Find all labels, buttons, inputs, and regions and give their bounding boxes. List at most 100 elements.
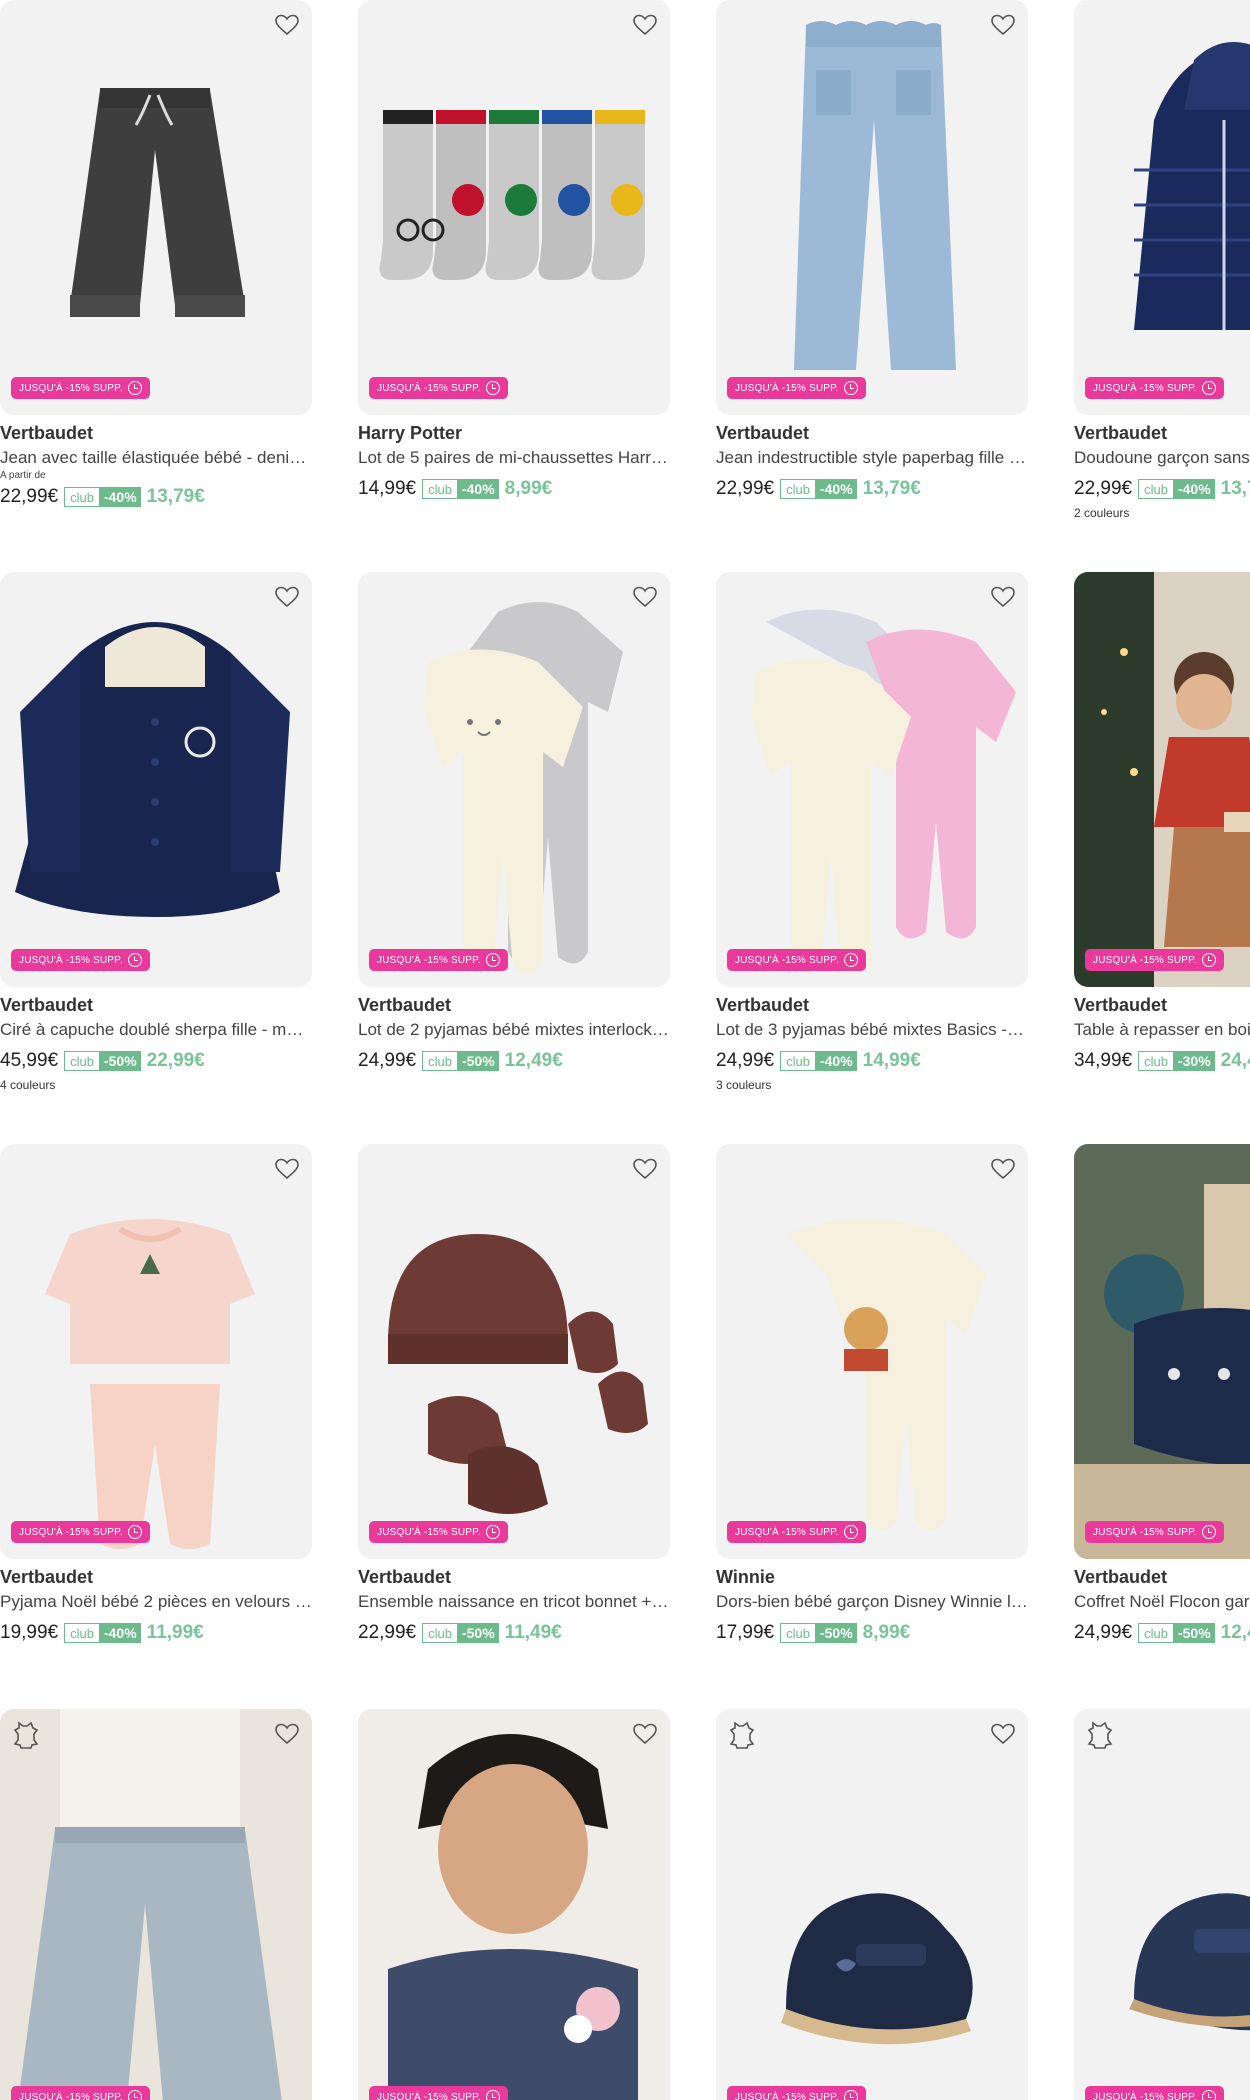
product-card[interactable]: JUSQU'À -15% SUPP. Vertbaudet Doudoune g…: [1074, 0, 1250, 520]
club-price: 24,49€: [1220, 1050, 1250, 1071]
club-label: club: [422, 1623, 458, 1643]
heart-outline-icon: [275, 1723, 299, 1745]
club-discount: -40%: [99, 1623, 141, 1643]
regular-price: 24,99€: [716, 1050, 775, 1071]
heart-outline-icon: [275, 14, 299, 36]
club-price: 12,49€: [504, 1050, 563, 1071]
heart-outline-icon: [991, 1723, 1015, 1745]
club-discount: -40%: [457, 479, 499, 499]
price-row: 22,99€ club -40% 13,79€: [716, 478, 1028, 500]
promo-label: JUSQU'À -15% SUPP.: [735, 1526, 839, 1538]
product-image[interactable]: JUSQU'À -15% SUPP.: [358, 572, 670, 987]
clock-icon: [127, 953, 142, 967]
product-image[interactable]: JUSQU'À -15% SUPP.: [0, 0, 312, 415]
product-image[interactable]: JUSQU'À -15% SUPP.: [1074, 1144, 1250, 1559]
product-image[interactable]: JUSQU'À -15% SUPP.: [716, 1144, 1028, 1559]
product-card[interactable]: JUSQU'À -15% SUPP. Vertbaudet Jean avec …: [0, 0, 312, 508]
product-title[interactable]: Table à repasser en bois FSC®: [1074, 1020, 1250, 1040]
color-count[interactable]: 2 couleurs: [1074, 506, 1250, 520]
product-image[interactable]: JUSQU'À -15% SUPP.: [358, 0, 670, 415]
product-title[interactable]: Doudoune garçon sans manches à capuche: [1074, 448, 1250, 468]
product-card[interactable]: JUSQU'À -15% SUPP. Vertbaudet Lot de 3 p…: [716, 572, 1028, 1092]
favorite-button[interactable]: [272, 1154, 302, 1184]
product-title[interactable]: Dors-bien bébé garçon Disney Winnie l'Ou…: [716, 1592, 1028, 1612]
price-row: 24,99€ club -40% 14,99€: [716, 1050, 1028, 1072]
favorite-button[interactable]: [988, 1154, 1018, 1184]
club-price: 11,49€: [504, 1622, 562, 1643]
product-card[interactable]: JUSQU'À -15% SUPP. Vertbaudet Lot de 2 p…: [358, 572, 670, 1072]
favorite-button[interactable]: [272, 582, 302, 612]
regular-price: 22,99€: [0, 486, 59, 507]
regular-price: 45,99€: [0, 1050, 59, 1071]
clock-icon: [1201, 381, 1216, 395]
product-photo: [1129, 1893, 1250, 2031]
regular-price: 14,99€: [358, 478, 417, 499]
product-card[interactable]: JUSQU'À -15% SUPP. Vertbaudet Pyjama Noë…: [0, 1144, 312, 1644]
favorite-button[interactable]: [630, 1719, 660, 1749]
product-title[interactable]: Ciré à capuche doublé sherpa fille - mar…: [0, 1020, 312, 1040]
club-price: 11,99€: [146, 1622, 204, 1643]
color-count[interactable]: 3 couleurs: [716, 1078, 1028, 1092]
price-row: 22,99€ club -40% 13,79€: [1074, 478, 1250, 500]
product-card[interactable]: JUSQU'À -15% SUPP. Winnie Dors-bien bébé…: [716, 1144, 1028, 1644]
product-title[interactable]: Jean indestructible style paperbag fille…: [716, 448, 1028, 468]
favorite-button[interactable]: [988, 582, 1018, 612]
product-card[interactable]: JUSQU'À -15% SUPP.: [0, 1709, 312, 2100]
product-image[interactable]: JUSQU'À -15% SUPP.: [0, 1144, 312, 1559]
favorite-button[interactable]: [988, 1719, 1018, 1749]
leather-badge: [1084, 1719, 1114, 1749]
favorite-button[interactable]: [988, 10, 1018, 40]
product-card[interactable]: JUSQU'À -15% SUPP. Vertbaudet Ciré à cap…: [0, 572, 312, 1092]
favorite-button[interactable]: [630, 582, 660, 612]
product-title[interactable]: Lot de 5 paires de mi-chaussettes Harry …: [358, 448, 670, 468]
product-card[interactable]: JUSQU'À -15% SUPP. Vertbaudet Table à re…: [1074, 572, 1250, 1072]
product-title[interactable]: Coffret Noël Flocon garçon bonnet + snoo…: [1074, 1592, 1250, 1612]
product-card[interactable]: JUSQU'À -15% SUPP. Vertbaudet Coffret No…: [1074, 1144, 1250, 1644]
product-photo: [781, 1893, 973, 2045]
product-image[interactable]: JUSQU'À -15% SUPP.: [358, 1709, 670, 2100]
promo-label: JUSQU'À -15% SUPP.: [19, 1526, 123, 1538]
promo-label: JUSQU'À -15% SUPP.: [377, 1526, 481, 1538]
product-image[interactable]: JUSQU'À -15% SUPP.: [0, 572, 312, 987]
product-card[interactable]: JUSQU'À -15% SUPP.: [716, 1709, 1028, 2100]
product-image[interactable]: JUSQU'À -15% SUPP.: [716, 1709, 1028, 2100]
product-image[interactable]: JUSQU'À -15% SUPP.: [716, 0, 1028, 415]
promo-label: JUSQU'À -15% SUPP.: [377, 2091, 481, 2100]
product-image[interactable]: JUSQU'À -15% SUPP.: [0, 1709, 312, 2100]
product-image[interactable]: JUSQU'À -15% SUPP.: [716, 572, 1028, 987]
product-image[interactable]: JUSQU'À -15% SUPP.: [358, 1144, 670, 1559]
product-brand: Harry Potter: [358, 423, 463, 443]
product-photo: [388, 1234, 648, 1514]
heart-outline-icon: [275, 586, 299, 608]
product-card[interactable]: JUSQU'À -15% SUPP. Harry Potter Lot de 5…: [358, 0, 670, 500]
product-image[interactable]: JUSQU'À -15% SUPP.: [1074, 1709, 1250, 2100]
product-title[interactable]: Lot de 2 pyjamas bébé mixtes interlock B…: [358, 1020, 670, 1040]
product-image[interactable]: JUSQU'À -15% SUPP.: [1074, 572, 1250, 987]
favorite-button[interactable]: [630, 10, 660, 40]
product-title[interactable]: Ensemble naissance en tricot bonnet + mo…: [358, 1592, 670, 1612]
product-brand: Winnie: [716, 1567, 775, 1587]
product-photo: [358, 1709, 670, 2100]
promo-badge: JUSQU'À -15% SUPP.: [1085, 1521, 1224, 1543]
promo-badge: JUSQU'À -15% SUPP.: [1085, 2086, 1224, 2100]
favorite-button[interactable]: [272, 1719, 302, 1749]
club-badge: club -50%: [780, 1623, 857, 1643]
product-title[interactable]: Lot de 3 pyjamas bébé mixtes Basics - ro…: [716, 1020, 1028, 1040]
product-title[interactable]: Jean avec taille élastiquée bébé - denim…: [0, 448, 312, 468]
product-photo: [423, 602, 623, 974]
club-badge: club -50%: [1138, 1623, 1215, 1643]
product-card[interactable]: JUSQU'À -15% SUPP. Vertbaudet Jean indes…: [716, 0, 1028, 500]
product-card[interactable]: JUSQU'À -15% SUPP.: [358, 1709, 670, 2100]
club-label: club: [780, 479, 816, 499]
color-count[interactable]: 4 couleurs: [0, 1078, 312, 1092]
product-card[interactable]: JUSQU'À -15% SUPP.: [1074, 1709, 1250, 2100]
product-photo: [45, 1219, 255, 1549]
favorite-button[interactable]: [630, 1154, 660, 1184]
favorite-button[interactable]: [272, 10, 302, 40]
product-brand: Vertbaudet: [716, 423, 810, 443]
product-card[interactable]: JUSQU'À -15% SUPP. Vertbaudet Ensemble n…: [358, 1144, 670, 1644]
product-title[interactable]: Pyjama Noël bébé 2 pièces en velours - r…: [0, 1592, 312, 1612]
product-image[interactable]: JUSQU'À -15% SUPP.: [1074, 0, 1250, 415]
price-row: 24,99€ club -50% 12,49€: [358, 1050, 670, 1072]
promo-label: JUSQU'À -15% SUPP.: [1093, 2091, 1197, 2100]
